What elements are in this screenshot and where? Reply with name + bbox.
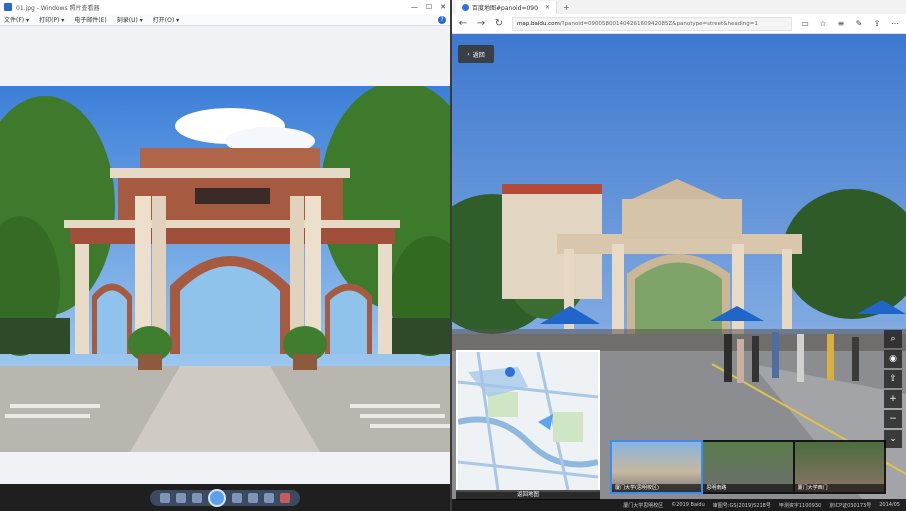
- browser-tab[interactable]: 百度地图#panoid=090 ✕: [456, 0, 557, 14]
- delete-icon[interactable]: [280, 492, 290, 503]
- baidu-favicon: [462, 3, 469, 11]
- viewer-controls: [150, 488, 300, 507]
- footer-item: 审图号:GS(2019)5218号: [712, 502, 771, 509]
- hub-icon[interactable]: ≡: [836, 19, 846, 28]
- maximize-button[interactable]: ☐: [426, 3, 432, 11]
- zoom-icon[interactable]: [160, 492, 170, 503]
- help-icon[interactable]: ?: [438, 15, 446, 24]
- rotate-right-icon[interactable]: [264, 492, 274, 503]
- thumbnail-strip: 厦门大学(思明校区) 思明南路 厦门大学西门: [609, 440, 886, 494]
- photo-viewer-app-icon: [4, 3, 12, 11]
- photo-viewer-window: 01.jpg - Windows 照片查看器 — ☐ ✕ 文件(F) ▾ 打印(…: [0, 0, 452, 511]
- map-footer: 厦门大学思明校区 ©2019 Baidu 审图号:GS(2019)5218号 甲…: [452, 499, 906, 511]
- tab-title: 百度地图#panoid=090: [472, 4, 538, 12]
- mini-map-drawing: [458, 352, 598, 490]
- menu-email[interactable]: 电子邮件(E): [74, 15, 106, 24]
- desktop: 01.jpg - Windows 照片查看器 — ☐ ✕ 文件(F) ▾ 打印(…: [0, 0, 906, 511]
- footer-item: 2014/05: [879, 502, 900, 508]
- gate-illustration: [0, 86, 450, 452]
- photo-canvas: [0, 26, 450, 484]
- back-arrow-icon[interactable]: ←: [458, 18, 468, 29]
- browser-tab-bar: 百度地图#panoid=090 ✕ +: [452, 0, 906, 14]
- reading-view-icon[interactable]: ▭: [800, 19, 810, 28]
- thumbnail-caption: 厦门大学西门: [794, 484, 884, 492]
- thumbnail-caption: 厦门大学(思明校区): [612, 484, 702, 492]
- menu-print[interactable]: 打印(P) ▾: [39, 15, 64, 24]
- mini-map[interactable]: [456, 350, 600, 492]
- actual-size-icon[interactable]: [176, 492, 186, 503]
- url-path: /?panoid=09005800140426160942085Z&panoty…: [559, 20, 758, 27]
- viewer-title: 01.jpg - Windows 照片查看器: [16, 4, 100, 12]
- more-icon[interactable]: ⋯: [890, 19, 900, 28]
- tab-close-icon[interactable]: ✕: [545, 4, 550, 11]
- minimize-button[interactable]: —: [411, 3, 418, 11]
- footer-item: ©2019 Baidu: [671, 502, 705, 508]
- footer-item: 甲测资字1100930: [778, 502, 822, 509]
- edge-browser-window: 百度地图#panoid=090 ✕ + ← → ↻ map.baidu.com …: [452, 0, 906, 511]
- viewer-menu-bar: 文件(F) ▾ 打印(P) ▾ 电子邮件(E) 刻录(U) ▾ 打开(O) ▾ …: [0, 14, 450, 26]
- camera-icon[interactable]: ◉: [884, 350, 902, 368]
- menu-file[interactable]: 文件(F) ▾: [4, 15, 29, 24]
- web-note-icon[interactable]: ✎: [854, 19, 864, 28]
- thumbnail-west-gate[interactable]: 厦门大学西门: [794, 442, 884, 492]
- thumbnail-road[interactable]: 思明南路: [703, 442, 793, 492]
- previous-icon[interactable]: [192, 492, 202, 503]
- anime-gate-photo: [0, 86, 450, 452]
- street-view-panorama[interactable]: ‹ 返回 返回地图 ⌕ ◉ ⇪ + − ⌄ 厦门大学(思明校区) 思明南路 厦门…: [452, 34, 906, 511]
- url-domain: map.baidu.com: [517, 20, 560, 27]
- viewer-title-bar: 01.jpg - Windows 照片查看器 — ☐ ✕: [0, 0, 450, 14]
- back-label: 返回: [472, 51, 485, 59]
- footer-item: 厦门大学思明校区: [623, 502, 664, 509]
- thumbnail-caption: 思明南路: [703, 484, 793, 492]
- thumbnail-gate[interactable]: 厦门大学(思明校区): [609, 440, 704, 494]
- back-button[interactable]: ‹ 返回: [458, 45, 494, 63]
- footer-item: 京ICP证030173号: [829, 502, 872, 509]
- share-icon[interactable]: ⇪: [872, 19, 882, 28]
- viewer-controls-bar: [0, 484, 450, 511]
- zoom-in-icon[interactable]: +: [884, 390, 902, 408]
- zoom-out-icon[interactable]: −: [884, 410, 902, 428]
- new-tab-button[interactable]: +: [563, 3, 570, 12]
- rotate-left-icon[interactable]: [248, 492, 258, 503]
- next-icon[interactable]: [232, 492, 242, 503]
- search-icon[interactable]: ⌕: [884, 330, 902, 348]
- share-icon[interactable]: ⇪: [884, 370, 902, 388]
- close-button[interactable]: ✕: [440, 3, 446, 11]
- menu-open[interactable]: 打开(O) ▾: [153, 15, 179, 24]
- menu-burn[interactable]: 刻录(U) ▾: [117, 15, 143, 24]
- panorama-toolbar: ⌕ ◉ ⇪ + − ⌄: [884, 330, 902, 448]
- refresh-icon[interactable]: ↻: [494, 18, 504, 29]
- chevron-left-icon: ‹: [467, 50, 470, 58]
- forward-arrow-icon[interactable]: →: [476, 18, 486, 29]
- url-field[interactable]: map.baidu.com /?panoid=09005800140426160…: [512, 16, 792, 31]
- slideshow-play-button[interactable]: [208, 488, 226, 507]
- chevron-down-icon[interactable]: ⌄: [884, 430, 902, 448]
- favorite-star-icon[interactable]: ☆: [818, 19, 828, 28]
- address-bar-row: ← → ↻ map.baidu.com /?panoid=09005800140…: [452, 14, 906, 34]
